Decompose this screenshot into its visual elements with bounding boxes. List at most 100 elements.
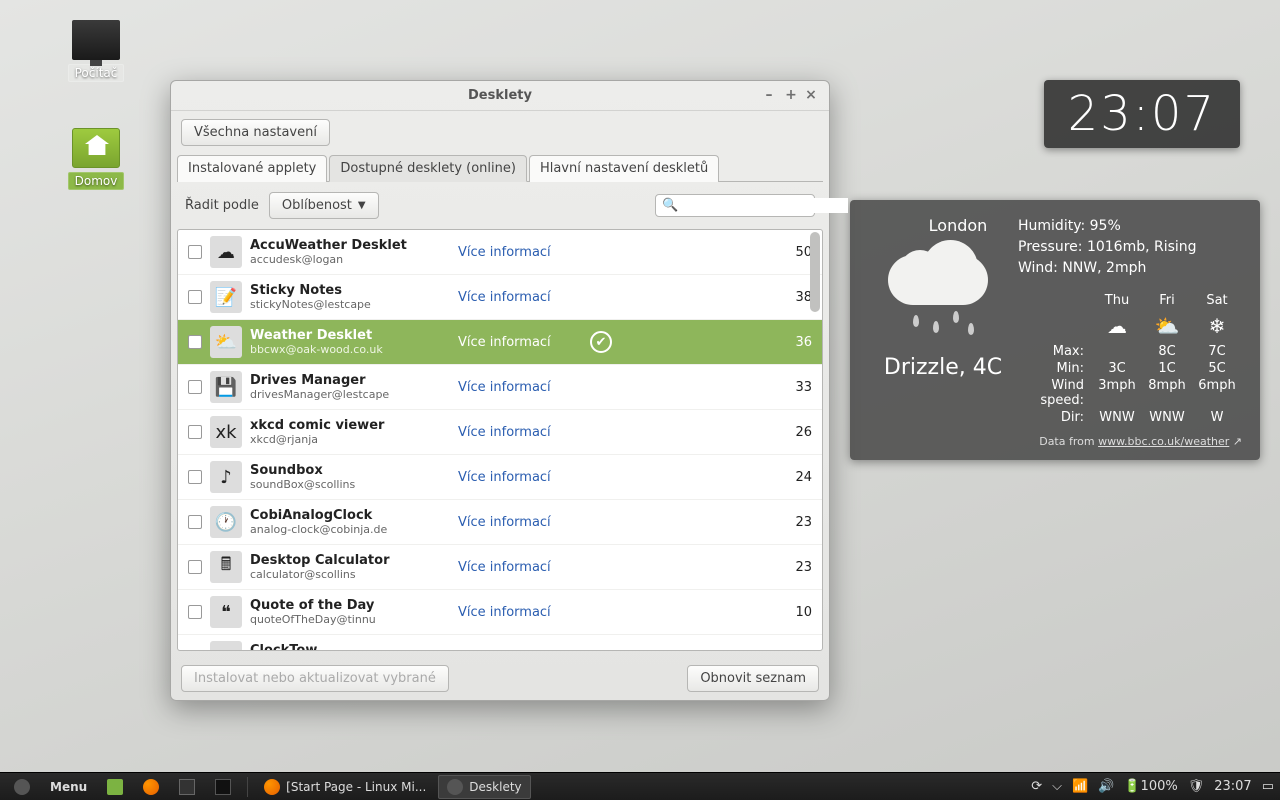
more-info-link[interactable]: Více informací bbox=[458, 425, 578, 440]
more-info-link[interactable]: Více informací bbox=[458, 515, 578, 530]
install-selected-button[interactable]: Instalovat nebo aktualizovat vybrané bbox=[181, 665, 449, 692]
shield-icon[interactable]: 🛡 bbox=[1188, 779, 1205, 794]
row-checkbox[interactable] bbox=[188, 380, 202, 394]
terminal-icon bbox=[215, 779, 231, 795]
terminal-launcher[interactable] bbox=[207, 776, 239, 798]
search-input[interactable] bbox=[678, 198, 848, 213]
weather-source-link[interactable]: www.bbc.co.uk/weather bbox=[1098, 435, 1229, 448]
desklet-row[interactable]: 📝Sticky NotesstickyNotes@lestcapeVíce in… bbox=[178, 275, 822, 320]
weather-wind: Wind: NNW, 2mph bbox=[1018, 258, 1242, 279]
settings-launcher[interactable] bbox=[6, 776, 38, 798]
tab-available-online[interactable]: Dostupné desklety (online) bbox=[329, 155, 527, 182]
desklet-row[interactable]: xkxkcd comic viewerxkcd@rjanjaVíce infor… bbox=[178, 410, 822, 455]
desktop-icon-computer[interactable]: Počítač bbox=[56, 20, 136, 82]
desklet-name: AccuWeather Desklet bbox=[250, 238, 450, 253]
forecast-icon: ⛅ bbox=[1142, 314, 1192, 338]
files-launcher[interactable] bbox=[171, 776, 203, 798]
forecast-icon: ☁ bbox=[1092, 314, 1142, 338]
desklet-id: calculator@scollins bbox=[250, 568, 450, 581]
row-checkbox[interactable] bbox=[188, 335, 202, 349]
desktop-icon-label: Počítač bbox=[68, 64, 125, 82]
popularity-count: 50 bbox=[772, 245, 812, 260]
chevron-down-icon: ▼ bbox=[358, 200, 366, 211]
weather-desklet[interactable]: London Drizzle, 4C Humidity: 95% Pressur… bbox=[850, 200, 1260, 460]
battery-indicator[interactable]: 🔋100% bbox=[1124, 779, 1177, 794]
more-info-link[interactable]: Více informací bbox=[458, 605, 578, 620]
task-desklety[interactable]: Desklety bbox=[438, 775, 530, 799]
more-info-link[interactable]: Více informací bbox=[458, 335, 578, 350]
close-button[interactable]: × bbox=[803, 88, 819, 104]
forecast-max-label: Max: bbox=[1018, 344, 1092, 359]
files-icon bbox=[179, 779, 195, 795]
maximize-button[interactable]: + bbox=[783, 88, 799, 104]
forecast-min: 3C bbox=[1092, 361, 1142, 376]
refresh-list-button[interactable]: Obnovit seznam bbox=[687, 665, 819, 692]
all-settings-button[interactable]: Všechna nastavení bbox=[181, 119, 330, 146]
desklet-row[interactable]: 🕐CobiAnalogClockanalog-clock@cobinja.deV… bbox=[178, 500, 822, 545]
firefox-launcher[interactable] bbox=[135, 776, 167, 798]
row-checkbox[interactable] bbox=[188, 425, 202, 439]
desklet-row[interactable]: ♪SoundboxsoundBox@scollinsVíce informací… bbox=[178, 455, 822, 500]
tray-overflow-icon[interactable]: ▭ bbox=[1262, 779, 1274, 794]
more-info-link[interactable]: Více informací bbox=[458, 650, 578, 651]
more-info-link[interactable]: Více informací bbox=[458, 245, 578, 260]
weather-source: Data from www.bbc.co.uk/weather ↗ bbox=[868, 435, 1242, 448]
desklet-id: analog-clock@cobinja.de bbox=[250, 523, 450, 536]
desklet-row[interactable]: 💾Drives ManagerdrivesManager@lestcapeVíc… bbox=[178, 365, 822, 410]
desklet-icon: ⛅ bbox=[210, 326, 242, 358]
search-field[interactable]: 🔍 bbox=[655, 194, 815, 217]
desklet-row[interactable]: ⛅Weather Deskletbbcwx@oak-wood.co.ukVíce… bbox=[178, 320, 822, 365]
tab-main-settings[interactable]: Hlavní nastavení deskletů bbox=[529, 155, 719, 182]
desktop-icon-home[interactable]: Domov bbox=[56, 128, 136, 190]
desklet-name: Drives Manager bbox=[250, 373, 450, 388]
network-icon[interactable]: 📶 bbox=[1072, 779, 1088, 794]
more-info-link[interactable]: Více informací bbox=[458, 470, 578, 485]
row-checkbox[interactable] bbox=[188, 245, 202, 259]
titlebar[interactable]: Desklety – + × bbox=[171, 81, 829, 111]
desklet-name: Quote of the Day bbox=[250, 598, 450, 613]
desklet-row[interactable]: 🖩Desktop Calculatorcalculator@scollinsVí… bbox=[178, 545, 822, 590]
forecast-dir: WNW bbox=[1092, 410, 1142, 425]
forecast-min: 5C bbox=[1192, 361, 1242, 376]
forecast-ws: 3mph bbox=[1092, 378, 1142, 408]
popularity-count: 23 bbox=[772, 515, 812, 530]
desklet-name: Desktop Calculator bbox=[250, 553, 450, 568]
show-desktop[interactable] bbox=[99, 776, 131, 798]
row-checkbox[interactable] bbox=[188, 560, 202, 574]
more-info-link[interactable]: Více informací bbox=[458, 290, 578, 305]
bluetooth-icon[interactable]: ⌵ bbox=[1052, 779, 1062, 794]
forecast-icon: ❄ bbox=[1192, 314, 1242, 338]
desklet-row[interactable]: ❝Quote of the DayquoteOfTheDay@tinnuVíce… bbox=[178, 590, 822, 635]
more-info-link[interactable]: Více informací bbox=[458, 560, 578, 575]
taskbar: Menu [Start Page - Linux Mi... Desklety … bbox=[0, 772, 1280, 800]
scrollbar[interactable] bbox=[810, 232, 820, 312]
row-checkbox[interactable] bbox=[188, 515, 202, 529]
desklet-name: Sticky Notes bbox=[250, 283, 450, 298]
desklet-list[interactable]: ☁AccuWeather Deskletaccudesk@loganVíce i… bbox=[178, 230, 822, 650]
taskbar-clock[interactable]: 23:07 bbox=[1214, 779, 1251, 794]
more-info-link[interactable]: Více informací bbox=[458, 380, 578, 395]
desklet-icon: xk bbox=[210, 416, 242, 448]
desklet-row[interactable]: 09ClockTowclockTow@armandobs14Více infor… bbox=[178, 635, 822, 650]
volume-icon[interactable]: 🔊 bbox=[1098, 779, 1114, 794]
popularity-count: 23 bbox=[772, 560, 812, 575]
desklet-id: stickyNotes@lestcape bbox=[250, 298, 450, 311]
sort-select[interactable]: Oblíbenost ▼ bbox=[269, 192, 379, 219]
popularity-count: 26 bbox=[772, 425, 812, 440]
popularity-count: 38 bbox=[772, 290, 812, 305]
desklet-row[interactable]: ☁AccuWeather Deskletaccudesk@loganVíce i… bbox=[178, 230, 822, 275]
row-checkbox[interactable] bbox=[188, 470, 202, 484]
weather-humidity: Humidity: 95% bbox=[1018, 216, 1242, 237]
row-checkbox[interactable] bbox=[188, 290, 202, 304]
forecast-max: 7C bbox=[1192, 344, 1242, 359]
row-checkbox[interactable] bbox=[188, 605, 202, 619]
clock-desklet[interactable]: 23:07 bbox=[1044, 80, 1240, 148]
tab-installed[interactable]: Instalované applety bbox=[177, 155, 327, 182]
forecast-min-label: Min: bbox=[1018, 361, 1092, 376]
desktop-icon-label: Domov bbox=[68, 172, 125, 190]
menu-button[interactable]: Menu bbox=[42, 777, 95, 797]
update-icon[interactable]: ⟳ bbox=[1031, 779, 1042, 794]
minimize-button[interactable]: – bbox=[761, 88, 777, 104]
installed-badge: ✔ bbox=[586, 331, 616, 353]
task-firefox[interactable]: [Start Page - Linux Mi... bbox=[256, 776, 434, 798]
